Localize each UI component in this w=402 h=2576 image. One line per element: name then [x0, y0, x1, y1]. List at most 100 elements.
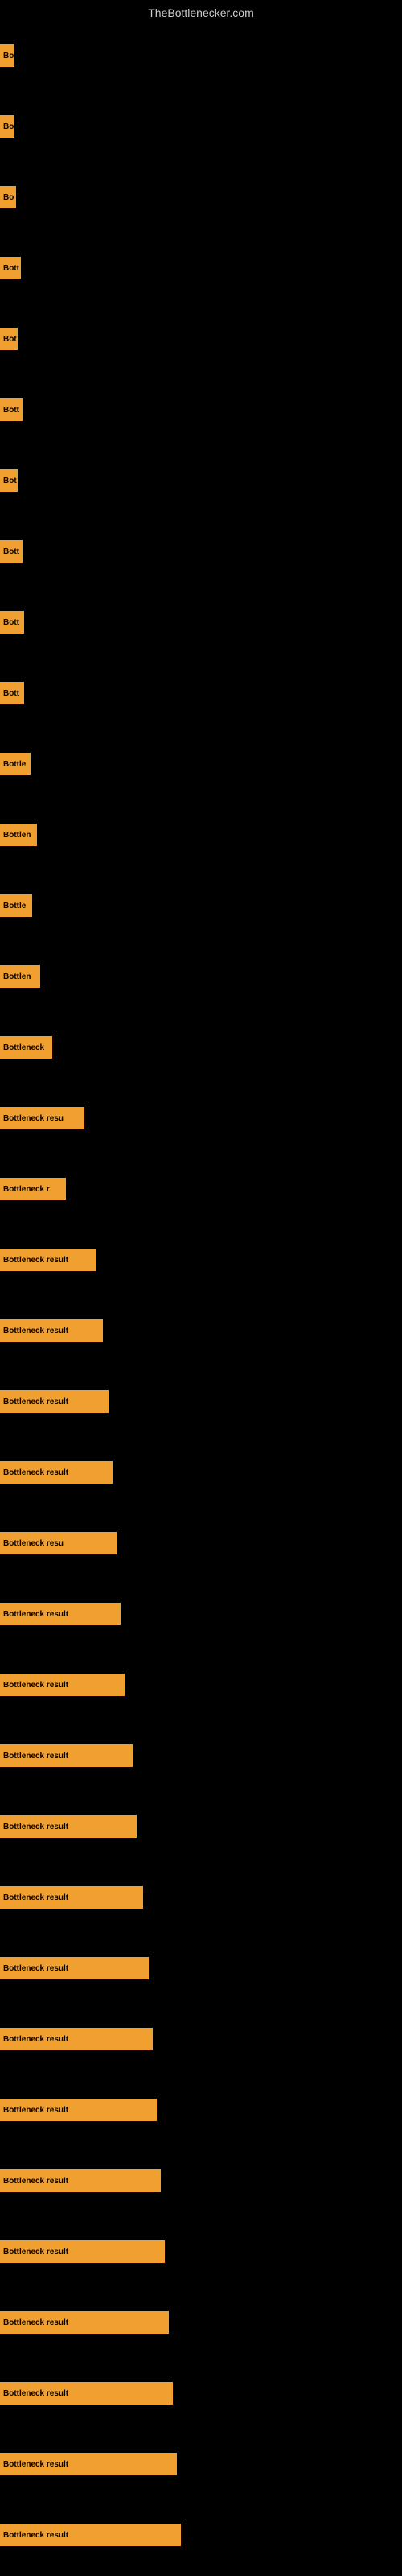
bar-item: Bottleneck result [0, 2524, 181, 2546]
bar-row: Bottleneck result [0, 2000, 402, 2070]
bar-item: Bottleneck result [0, 2028, 153, 2050]
bar-label: Bottleneck result [3, 2318, 68, 2327]
bar-label: Bottleneck result [3, 1823, 68, 1831]
bar-item: Bottleneck result [0, 1461, 113, 1484]
bar-item: Bottlen [0, 965, 40, 988]
bar-item: Bottleneck resu [0, 1107, 84, 1129]
bar-row: Bottleneck result [0, 1575, 402, 1645]
bar-label: Bottleneck result [3, 2531, 68, 2540]
bar-row: Bottleneck [0, 1008, 402, 1079]
bar-row: Bottleneck result [0, 1220, 402, 1291]
bar-row: Bott [0, 654, 402, 724]
bar-row: Bottleneck result [0, 1291, 402, 1362]
bar-item: Bottle [0, 753, 31, 775]
bar-row: Bottle [0, 866, 402, 937]
bar-row: Bo [0, 87, 402, 158]
bar-row: Bott [0, 512, 402, 583]
bar-row: Bottleneck result [0, 1362, 402, 1433]
bar-item: Bottlen [0, 824, 37, 846]
bar-label: Bottleneck result [3, 1893, 68, 1902]
bar-item: Bottleneck result [0, 2169, 161, 2192]
bar-label: Bottleneck result [3, 2177, 68, 2186]
bar-row: Bottleneck result [0, 1858, 402, 1929]
bar-item: Bottleneck [0, 1036, 52, 1059]
bar-item: Bottleneck result [0, 1957, 149, 1979]
bar-label: Bott [3, 264, 19, 273]
bar-label: Bottleneck result [3, 2248, 68, 2256]
bar-label: Bottleneck result [3, 1468, 68, 1477]
bar-label: Bottleneck result [3, 1610, 68, 1619]
bar-label: Bottleneck result [3, 2460, 68, 2469]
bar-item: Bottleneck result [0, 1390, 109, 1413]
bar-row: Bottleneck result [0, 2425, 402, 2496]
bar-label: Bottlen [3, 972, 31, 981]
bar-item: Bott [0, 682, 24, 704]
bar-row: Bot [0, 441, 402, 512]
bar-label: Bottleneck result [3, 2389, 68, 2398]
bar-label: Bo [3, 122, 14, 131]
bar-label: Bottleneck [3, 1043, 44, 1052]
bar-label: Bottleneck result [3, 2106, 68, 2115]
bar-row: Bottleneck result [0, 2070, 402, 2141]
bar-row: Bottleneck result [0, 1929, 402, 2000]
bar-label: Bottleneck resu [3, 1539, 64, 1548]
bar-row: Bottleneck result [0, 2212, 402, 2283]
bar-label: Bottleneck r [3, 1185, 50, 1194]
bar-row: Bottleneck result [0, 2283, 402, 2354]
bar-item: Bottleneck r [0, 1178, 66, 1200]
bar-label: Bottle [3, 760, 26, 769]
bar-label: Bottleneck result [3, 1752, 68, 1761]
bar-row: Bott [0, 229, 402, 299]
bar-row: Bottleneck result [0, 1716, 402, 1787]
bar-row: Bottleneck r [0, 1150, 402, 1220]
bar-row: Bottle [0, 724, 402, 795]
bar-row: Bot [0, 299, 402, 370]
bar-item: Bottleneck result [0, 1319, 103, 1342]
bar-item: Bottleneck result [0, 1886, 143, 1909]
bar-item: Bo [0, 44, 14, 67]
bar-item: Bottle [0, 894, 32, 917]
bar-item: Bottleneck result [0, 1603, 121, 1625]
bar-row: Bottleneck result [0, 2354, 402, 2425]
bar-item: Bott [0, 398, 23, 421]
bar-item: Bott [0, 257, 21, 279]
bar-label: Bott [3, 618, 19, 627]
bar-label: Bott [3, 689, 19, 698]
bars-container: Bo Bo Bo Bott Bot Bott Bot Bott Bott Bott Bottle Bo… [0, 16, 402, 2566]
bar-item: Bottleneck resu [0, 1532, 117, 1554]
bar-row: Bottleneck result [0, 1787, 402, 1858]
bar-label: Bo [3, 193, 14, 202]
bar-item: Bottleneck result [0, 2382, 173, 2405]
bar-label: Bottleneck result [3, 1681, 68, 1690]
bar-label: Bot [3, 477, 17, 485]
bar-row: Bottleneck result [0, 1645, 402, 1716]
bar-label: Bott [3, 547, 19, 556]
bar-item: Bott [0, 540, 23, 563]
bar-item: Bott [0, 611, 24, 634]
bar-label: Bottleneck resu [3, 1114, 64, 1123]
bar-label: Bottleneck result [3, 1256, 68, 1265]
bar-item: Bottleneck result [0, 1674, 125, 1696]
bar-row: Bo [0, 158, 402, 229]
bar-item: Bottleneck result [0, 2311, 169, 2334]
bar-row: Bottleneck resu [0, 1079, 402, 1150]
bar-label: Bot [3, 335, 17, 344]
bar-item: Bottleneck result [0, 2453, 177, 2475]
bar-label: Bottleneck result [3, 2035, 68, 2044]
bar-item: Bottleneck result [0, 1815, 137, 1838]
bar-item: Bo [0, 115, 14, 138]
bar-row: Bott [0, 583, 402, 654]
bar-row: Bottlen [0, 937, 402, 1008]
bar-row: Bottlen [0, 795, 402, 866]
bar-item: Bottleneck result [0, 2240, 165, 2263]
bar-label: Bottlen [3, 831, 31, 840]
bar-item: Bo [0, 186, 16, 208]
bar-item: Bot [0, 469, 18, 492]
bar-label: Bottleneck result [3, 1397, 68, 1406]
bar-label: Bottle [3, 902, 26, 910]
bar-row: Bottleneck result [0, 2141, 402, 2212]
bar-row: Bottleneck resu [0, 1504, 402, 1575]
bar-row: Bottleneck result [0, 1433, 402, 1504]
bar-item: Bot [0, 328, 18, 350]
bar-label: Bott [3, 406, 19, 415]
